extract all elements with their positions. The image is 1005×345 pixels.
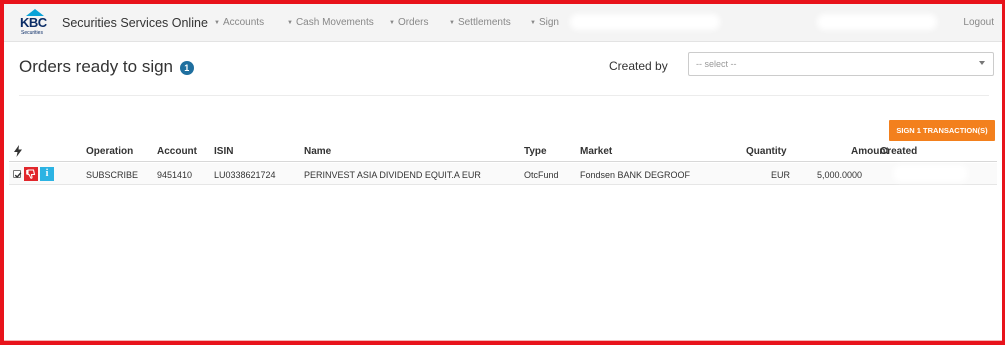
cell-account: 9451410 — [157, 170, 193, 180]
column-header-quantity[interactable]: Quantity — [746, 146, 787, 157]
chevron-down-icon — [979, 61, 985, 65]
lightning-icon — [13, 145, 23, 160]
column-header-market[interactable]: Market — [580, 146, 612, 157]
sign-transactions-button[interactable]: SIGN 1 TRANSACTION(S) — [889, 120, 995, 141]
nav-item-label: Settlements — [457, 17, 511, 28]
info-button[interactable]: i — [40, 167, 54, 181]
page-title: Orders ready to sign 1 — [19, 57, 194, 77]
checkmark-icon — [14, 172, 22, 179]
cell-name: PERINVEST ASIA DIVIDEND EQUIT.A EUR — [304, 170, 481, 180]
cell-market: Fondsen BANK DEGROOF — [580, 170, 691, 180]
cell-operation: SUBSCRIBE — [86, 170, 139, 180]
column-header-created[interactable]: Created — [880, 146, 917, 157]
caret-down-icon: ▼ — [214, 20, 220, 26]
column-header-name[interactable]: Name — [304, 146, 331, 157]
created-by-label: Created by — [609, 59, 668, 73]
column-header-type[interactable]: Type — [524, 146, 547, 157]
caret-down-icon: ▼ — [389, 20, 395, 26]
redacted-user-area — [817, 14, 937, 30]
created-by-select-value: -- select -- — [696, 59, 737, 69]
cell-quantity: EUR — [770, 170, 790, 180]
app-title[interactable]: Securities Services Online — [62, 16, 208, 30]
bottom-border — [4, 340, 1002, 341]
logout-link[interactable]: Logout — [963, 17, 994, 28]
table-header-divider — [9, 161, 997, 162]
row-select-checkbox[interactable] — [13, 170, 22, 179]
logo-subtext: Securities — [21, 30, 43, 36]
logo-text: KBC — [20, 15, 47, 30]
thumbs-down-icon — [26, 169, 36, 179]
cell-created-redacted — [893, 165, 968, 182]
nav-item-cash-movements[interactable]: ▼ Cash Movements — [287, 17, 374, 28]
cell-amount: 5,000.0000 — [817, 170, 863, 180]
nav-item-accounts[interactable]: ▼ Accounts — [214, 17, 264, 28]
column-header-isin[interactable]: ISIN — [214, 146, 233, 157]
created-by-select[interactable]: -- select -- — [688, 52, 994, 76]
cell-isin: LU0338621724 — [214, 170, 276, 180]
nav-item-label: Sign — [538, 17, 559, 28]
reject-button[interactable] — [24, 167, 38, 181]
column-header-operation[interactable]: Operation — [86, 146, 133, 157]
kbc-logo[interactable]: KBC Securities — [20, 9, 50, 39]
caret-down-icon: ▼ — [449, 20, 455, 26]
nav-item-label: Cash Movements — [295, 17, 374, 28]
redacted-area — [570, 14, 720, 30]
nav-item-settlements[interactable]: ▼ Settlements — [449, 17, 511, 28]
cell-type: OtcFund — [524, 170, 559, 180]
page-title-text: Orders ready to sign — [19, 57, 174, 76]
column-header-account[interactable]: Account — [157, 146, 197, 157]
info-icon: i — [45, 168, 49, 179]
caret-down-icon: ▼ — [287, 20, 293, 26]
header-divider — [19, 95, 989, 96]
nav-item-label: Orders — [397, 17, 429, 28]
count-badge: 1 — [179, 61, 194, 75]
nav-item-orders[interactable]: ▼ Orders — [389, 17, 429, 28]
nav-item-label: Accounts — [222, 17, 265, 28]
top-navbar: KBC Securities Securities Services Onlin… — [4, 4, 1002, 42]
caret-down-icon: ▼ — [530, 20, 536, 26]
nav-item-sign[interactable]: ▼ Sign — [530, 17, 559, 28]
